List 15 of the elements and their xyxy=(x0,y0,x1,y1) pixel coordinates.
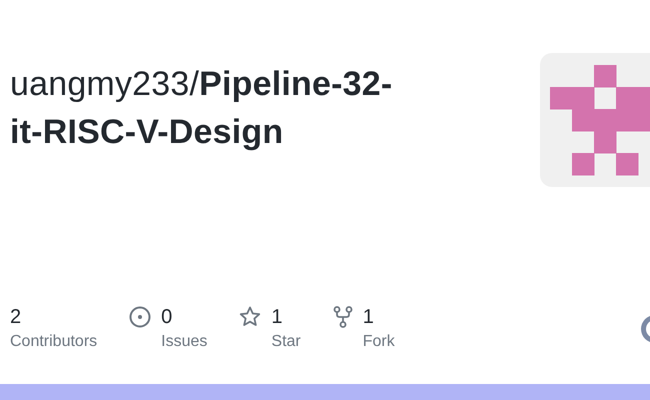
stat-count: 2 xyxy=(10,305,22,330)
logo-icon xyxy=(640,314,650,344)
stat-label: Contributors xyxy=(10,332,98,352)
issue-icon xyxy=(129,306,152,328)
fork-icon xyxy=(332,306,353,328)
stat-label: Issues xyxy=(161,332,208,352)
stat-label: Fork xyxy=(362,332,395,352)
stat-count: 1 xyxy=(362,305,374,330)
stat-label: Star xyxy=(271,332,301,352)
avatar-identicon xyxy=(540,53,650,187)
repo-title-line: uangmy233/Pipeline-32- xyxy=(10,64,392,105)
star-icon xyxy=(239,306,262,327)
stat-count: 1 xyxy=(271,305,283,330)
stat-count: 0 xyxy=(161,305,172,330)
repo-title-line: it-RISC-V-Design xyxy=(10,112,284,153)
